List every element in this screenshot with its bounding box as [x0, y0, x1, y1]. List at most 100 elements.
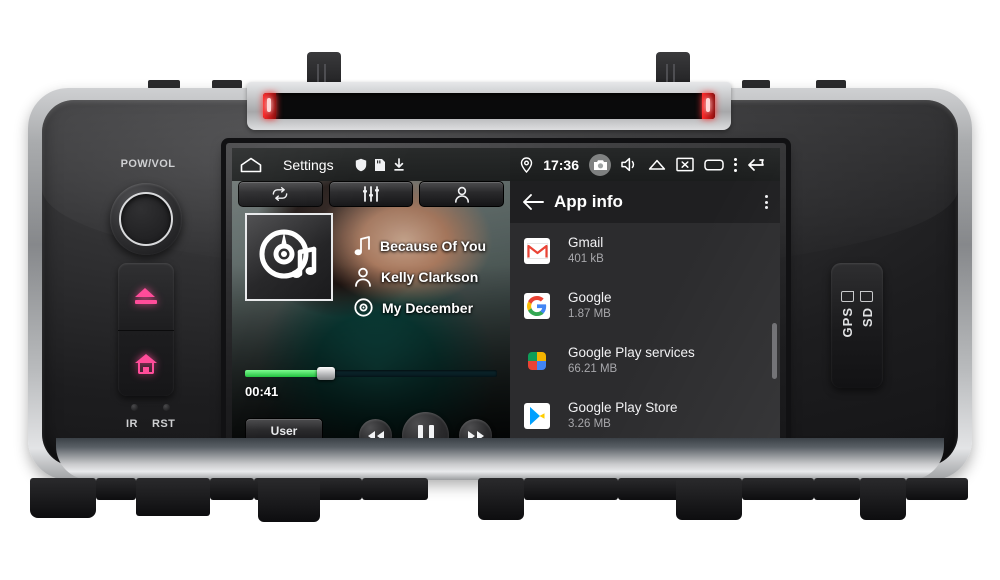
gmail-icon [524, 237, 550, 264]
equalizer-icon [363, 186, 379, 202]
list-item[interactable]: Google Play Store 3.26 MB [510, 388, 780, 443]
track-album: My December [382, 299, 474, 316]
cd-slot[interactable] [263, 93, 715, 119]
elapsed-time: 00:41 [245, 384, 279, 399]
bottom-bracket-7 [362, 478, 428, 500]
list-item[interactable]: Google Play services 66.21 MB [510, 333, 780, 388]
app-info-title: App info [554, 192, 623, 211]
bottom-bracket-14 [860, 478, 906, 520]
screenshot-icon[interactable] [676, 157, 694, 172]
user-button-label: User [270, 424, 298, 438]
status-left-group: Settings [232, 157, 405, 173]
app-name: Google Play Store [568, 400, 678, 416]
track-artist-row: Kelly Clarkson [354, 267, 478, 287]
home-icon [135, 353, 157, 374]
settings-pane: App info Gmail 401 kB Google 1.87 MB Goo… [510, 148, 780, 456]
equalizer-button[interactable] [328, 181, 414, 207]
repeat-button[interactable] [238, 181, 323, 207]
hardware-button-stack [118, 263, 174, 396]
sd-card-icon [860, 291, 873, 302]
media-player-pane: Because Of You Kelly Clarkson My Decembe… [232, 148, 510, 456]
sd-label: SD [860, 307, 875, 328]
play-store-icon [524, 402, 550, 429]
status-clock: 17:36 [543, 156, 579, 173]
app-size: 3.26 MB [568, 417, 611, 430]
media-segment-buttons [238, 181, 505, 207]
app-name: Google Play services [568, 345, 695, 361]
status-icon-group [355, 157, 405, 172]
app-list-scrollbar[interactable] [772, 323, 777, 379]
download-icon [393, 157, 404, 171]
overflow-menu-icon[interactable] [765, 195, 768, 209]
bottom-bracket-3 [136, 478, 210, 516]
overflow-menu-icon[interactable] [734, 157, 737, 172]
rst-label: RST [152, 418, 176, 430]
sd-card-icon [374, 158, 385, 171]
bottom-bracket-13 [814, 478, 860, 500]
track-artist: Kelly Clarkson [381, 269, 479, 285]
bottom-bracket-1 [30, 478, 96, 518]
app-size: 401 kB [568, 252, 604, 265]
track-title: Because Of You [380, 238, 487, 254]
disc-icon [354, 298, 373, 317]
back-arrow-icon[interactable] [522, 193, 544, 211]
track-album-row: My December [354, 298, 473, 317]
camera-icon [593, 159, 607, 170]
home-icon[interactable] [240, 157, 262, 173]
ir-label: IR [126, 418, 138, 430]
shield-icon [355, 158, 366, 171]
album-art [245, 213, 333, 301]
app-name: Gmail [568, 235, 604, 251]
speaker-icon[interactable] [621, 157, 638, 172]
app-size: 1.87 MB [568, 307, 611, 320]
power-volume-label: POW/VOL [120, 158, 176, 170]
bottom-bracket-4 [210, 478, 254, 500]
gps-sd-module: GPS SD [831, 263, 883, 388]
person-icon [355, 267, 371, 287]
home-button[interactable] [118, 330, 174, 396]
gps-card-icon [841, 291, 854, 302]
track-title-row: Because Of You [354, 236, 486, 256]
gps-label: GPS [840, 307, 855, 338]
ir-receiver-led [131, 404, 138, 411]
cd-led-left [263, 93, 276, 119]
recents-icon[interactable] [704, 158, 724, 172]
list-item[interactable]: Google 1.87 MB [510, 278, 780, 333]
eject-button[interactable] [118, 263, 174, 329]
repeat-icon [272, 187, 288, 201]
eject-icon[interactable] [648, 158, 666, 172]
location-pin-icon [520, 156, 533, 173]
person-icon [454, 186, 469, 203]
bottom-bracket-6 [258, 478, 320, 522]
user-profile-button[interactable] [419, 181, 505, 207]
progress-thumb[interactable] [316, 367, 335, 380]
progress-fill [245, 370, 321, 377]
screenshot-root: POW/VOL IR RST GPS SD Because Of You Kel… [0, 0, 1000, 580]
progress-slider[interactable] [245, 367, 497, 380]
app-name: Google [568, 290, 612, 306]
status-title: Settings [283, 156, 334, 173]
bottom-bracket-9 [524, 478, 618, 500]
back-arrow-icon[interactable] [747, 157, 771, 173]
camera-button[interactable] [589, 153, 611, 176]
eject-icon [135, 288, 157, 304]
app-list[interactable]: Gmail 401 kB Google 1.87 MB Google Play … [510, 223, 780, 456]
android-status-bar: Settings 17:36 [232, 148, 780, 181]
power-volume-knob[interactable] [110, 183, 182, 255]
reset-button[interactable] [163, 404, 170, 411]
app-info-bar: App info [510, 181, 780, 223]
bottom-bracket-15 [906, 478, 968, 500]
music-note-icon [354, 236, 370, 256]
status-right-group: 17:36 [520, 153, 780, 176]
play-services-icon [524, 348, 550, 374]
cd-led-right [702, 93, 715, 119]
bottom-bracket-8 [478, 478, 524, 520]
disc-music-icon [259, 229, 317, 279]
google-icon [524, 292, 550, 319]
cd-slot-panel [247, 82, 731, 130]
list-item[interactable]: Gmail 401 kB [510, 223, 780, 278]
bottom-bracket-12 [742, 478, 814, 500]
bottom-bracket-2 [96, 478, 136, 500]
touchscreen-display[interactable]: Because Of You Kelly Clarkson My Decembe… [232, 148, 780, 456]
bottom-bracket-11 [676, 478, 742, 520]
